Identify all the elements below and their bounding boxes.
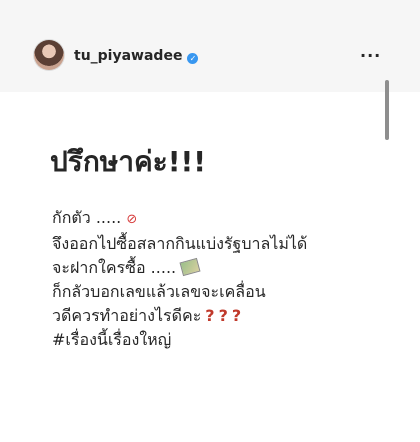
question-mark-icon: ? xyxy=(218,306,228,325)
question-mark-icon: ? xyxy=(231,306,242,325)
no-entry-icon: ⊘ xyxy=(126,212,138,227)
caption-line: กักตัว ..... ⊘ xyxy=(52,208,138,227)
caption-line: จึงออกไปซื้อสลากกินแบ่งรัฐบาลไม่ได้ xyxy=(52,234,308,253)
verified-badge-icon: ✓ xyxy=(187,53,199,64)
avatar[interactable] xyxy=(34,40,64,70)
hashtag-link[interactable]: #เรื่องนี้เรื่องใหญ่ xyxy=(52,328,307,352)
question-mark-icon: ? xyxy=(205,306,215,325)
money-with-wings-icon xyxy=(179,257,201,277)
caption-line: จะฝากใครซื้อ ..... xyxy=(52,256,307,280)
more-options-button[interactable]: ··· xyxy=(360,46,381,65)
username-text: tu_piyawadee xyxy=(74,48,183,64)
username-link[interactable]: tu_piyawadee ✓ xyxy=(74,48,199,64)
post-caption: กักตัว ..... ⊘ จึงออกไปซื้อสลากกินแบ่งรั… xyxy=(52,206,307,352)
caption-line: วดีควรทำอย่างไรดีคะ??? xyxy=(52,306,242,325)
post-header: tu_piyawadee ✓ ··· xyxy=(0,0,420,92)
post-title: ปรึกษาค่ะ!!! xyxy=(50,145,207,178)
scrollbar[interactable] xyxy=(385,80,389,140)
caption-line: ก็กลัวบอกเลขแล้วเลขจะเคลื่อน xyxy=(52,282,266,301)
